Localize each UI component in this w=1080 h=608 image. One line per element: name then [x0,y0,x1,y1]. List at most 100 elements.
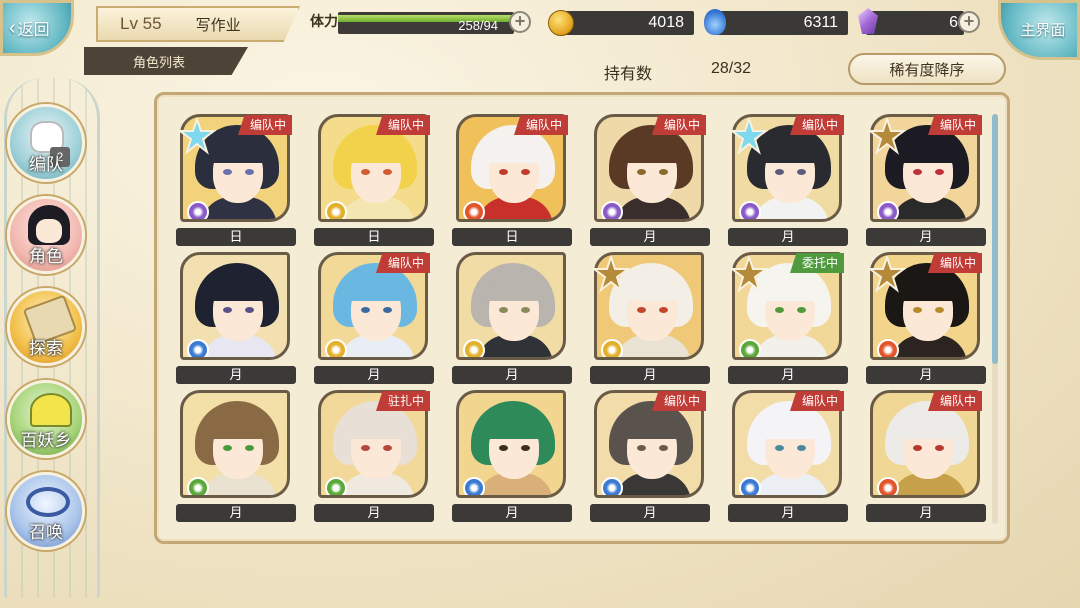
character-card[interactable]: 月 [452,250,572,384]
character-fringe [761,277,819,301]
character-eye [775,169,784,175]
character-eye [521,169,530,175]
character-eye [659,169,668,175]
character-card[interactable]: 编队中日 [176,112,296,246]
status-badge: 编队中 [237,115,292,135]
rarity-star-icon [866,253,908,294]
nav-team[interactable]: 2 编队 [7,104,85,182]
coins-bar: 4018 [562,11,694,35]
character-portrait [456,390,566,498]
player-level: Lv 55 [120,14,162,33]
character-eye [245,169,254,175]
character-eye [361,445,370,451]
character-eye [383,445,392,451]
character-eye [361,169,370,175]
character-eye [935,445,944,451]
nav-character[interactable]: 角色 [7,196,85,274]
character-fringe [899,415,957,439]
souls-bar: 6311 [714,11,848,35]
scrollbar-thumb[interactable] [992,114,998,364]
status-badge: 编队中 [927,391,982,411]
owned-count: 28/32 [711,60,752,77]
character-card[interactable]: 月 [176,388,296,522]
rank-label: 月 [728,504,848,522]
sort-button[interactable]: 稀有度降序 [848,53,1006,85]
rank-label: 月 [590,366,710,384]
blue-element-icon [601,477,623,495]
character-eye [935,169,944,175]
character-eye [659,307,668,313]
character-eye [935,307,944,313]
nav-explore[interactable]: 探索 [7,288,85,366]
character-eye [521,445,530,451]
nav-label: 探索 [29,339,63,358]
rank-label: 月 [728,228,848,246]
character-eye [775,307,784,313]
status-badge: 委托中 [789,253,844,273]
character-fringe [485,415,543,439]
player-name: 写作业 [195,16,241,34]
character-card[interactable]: 编队中月 [866,250,986,384]
character-card[interactable]: 编队中日 [314,112,434,246]
character-card[interactable]: 月 [590,250,710,384]
character-eye [913,307,922,313]
rarity-star-icon [176,115,218,156]
chevron-left-icon: ‹ [9,16,16,39]
green-element-icon [739,339,761,357]
sort-label: 稀有度降序 [889,61,965,79]
add-crystal-button[interactable]: + [958,11,980,33]
add-stamina-button[interactable]: + [509,11,531,33]
character-eye [223,307,232,313]
back-button[interactable]: ‹ 返回 [0,0,74,56]
soul-fire-icon [704,9,726,35]
blue-element-icon [187,339,209,357]
character-card[interactable]: 委托中月 [728,250,848,384]
character-card[interactable]: 编队中月 [590,112,710,246]
character-eye [499,445,508,451]
nav-village[interactable]: 百妖乡 [7,380,85,458]
purple-element-icon [739,201,761,219]
character-card[interactable]: 编队中日 [452,112,572,246]
rank-label: 月 [590,504,710,522]
character-card[interactable]: 编队中月 [314,250,434,384]
status-badge: 编队中 [789,391,844,411]
character-eye [223,169,232,175]
gold-element-icon [325,339,347,357]
character-eye [361,307,370,313]
character-eye [499,169,508,175]
status-badge: 编队中 [375,253,430,273]
character-card[interactable]: 月 [452,388,572,522]
rarity-star-icon [590,253,632,294]
character-fringe [347,277,405,301]
status-badge: 编队中 [789,115,844,135]
crystals-value: 6 [949,14,958,31]
rank-label: 月 [866,366,986,384]
home-button[interactable]: 主界面 [998,0,1080,60]
coin-icon [548,10,574,36]
character-card[interactable]: 编队中月 [728,112,848,246]
green-element-icon [325,477,347,495]
rank-label: 月 [728,366,848,384]
character-eye [521,307,530,313]
character-fringe [899,277,957,301]
rank-label: 月 [314,504,434,522]
rank-label: 月 [590,228,710,246]
character-card[interactable]: 编队中月 [866,388,986,522]
character-fringe [209,415,267,439]
rarity-star-icon [728,115,770,156]
back-label: 返回 [17,22,50,39]
status-badge: 编队中 [375,115,430,135]
character-eye [383,169,392,175]
character-eye [245,307,254,313]
character-eye [637,445,646,451]
character-card[interactable]: 编队中月 [866,112,986,246]
character-fringe [899,139,957,163]
character-fringe [209,139,267,163]
nav-summon[interactable]: 召唤 [7,472,85,550]
character-card[interactable]: 编队中月 [590,388,710,522]
character-card[interactable]: 驻扎中月 [314,388,434,522]
character-card[interactable]: 编队中月 [728,388,848,522]
character-eye [637,169,646,175]
character-card[interactable]: 月 [176,250,296,384]
character-portrait [180,252,290,360]
